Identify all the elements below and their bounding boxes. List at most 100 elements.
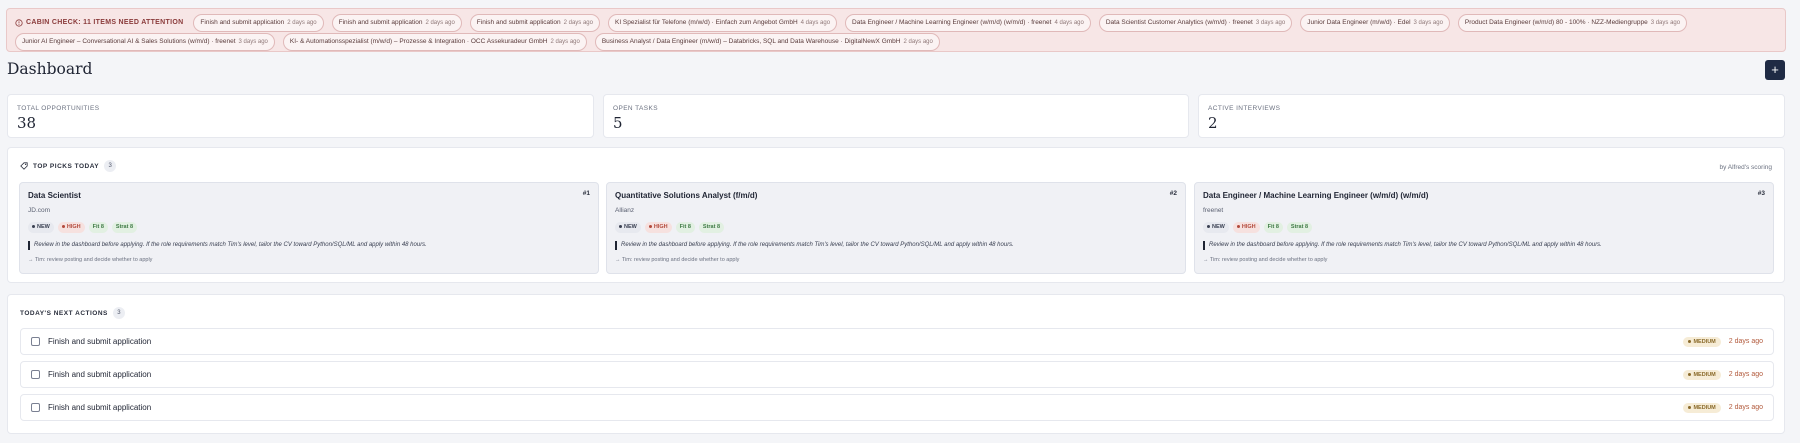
stat-value: 38 (17, 114, 37, 132)
pick-rank: #3 (1757, 190, 1765, 197)
pick-note: Review in the dashboard before applying.… (615, 241, 1177, 250)
attention-pill-label: Junior AI Engineer – Conversational AI &… (22, 37, 236, 45)
priority-badge: HIGH (1232, 222, 1260, 233)
attention-pill-ago: 2 days ago (903, 38, 933, 45)
action-row[interactable]: Finish and submit application MEDIUM 2 d… (20, 328, 1774, 355)
top-pick-card[interactable]: #1 Data Scientist JD.com NEW HIGH Fit 8 … (19, 182, 599, 274)
attention-pill[interactable]: Finish and submit application 2 days ago (469, 13, 600, 32)
top-picks-header: TOP PICKS TODAY 3 (20, 160, 117, 172)
attention-banner: CABIN CHECK: 11 ITEMS NEED ATTENTION Fin… (6, 8, 1786, 52)
attention-pill-label: Data Scientist Customer Analytics (w/m/d… (1105, 18, 1253, 26)
attention-pill-ago: 4 days ago (800, 19, 831, 26)
status-badge: NEW (1203, 222, 1229, 233)
attention-pill-ago: 3 days ago (1255, 19, 1286, 26)
due-text: 2 days ago (1728, 338, 1763, 345)
pick-title: Data Engineer / Machine Learning Enginee… (1203, 191, 1429, 200)
pick-action: → Tim: review posting and decide whether… (28, 257, 153, 263)
strat-badge: Strat 8 (111, 222, 138, 233)
action-label: Finish and submit application (48, 337, 152, 346)
attention-pill-label: Finish and submit application (200, 18, 285, 26)
stat-value: 5 (613, 114, 623, 132)
attention-title: CABIN CHECK: 11 ITEMS NEED ATTENTION (15, 18, 184, 27)
top-pick-card[interactable]: #2 Quantitative Solutions Analyst (f/m/d… (606, 182, 1186, 274)
fit-badge: Fit 8 (88, 222, 108, 233)
next-actions-header: TODAY'S NEXT ACTIONS 3 (20, 307, 125, 319)
stat-value: 2 (1208, 114, 1218, 132)
pick-company: JD.com (28, 207, 51, 214)
top-picks-panel: TOP PICKS TODAY 3 by Alfred's scoring #1… (7, 147, 1785, 283)
next-actions-panel: TODAY'S NEXT ACTIONS 3 Finish and submit… (7, 294, 1785, 434)
action-checkbox[interactable] (31, 337, 40, 346)
attention-pill[interactable]: KI- & Automationsspezialist (m/w/d) – Pr… (282, 32, 587, 51)
attention-pill-ago: 4 days ago (1054, 19, 1084, 26)
attention-pill[interactable]: KI Spezialist für Telefone (m/w/d) · Ein… (607, 13, 838, 32)
add-button[interactable]: + (1765, 60, 1785, 80)
top-picks-count: 3 (104, 160, 117, 172)
attention-pill-ago: 2 days ago (550, 38, 580, 45)
attention-pill-label: Product Data Engineer (w/m/d) 80 - 100% … (1464, 18, 1648, 26)
priority-badge: MEDIUM (1683, 336, 1721, 347)
attention-pill-ago: 2 days ago (287, 19, 317, 26)
priority-badge: MEDIUM (1683, 369, 1721, 380)
tag-icon (20, 162, 28, 170)
pick-action: → Tim: review posting and decide whether… (1203, 257, 1328, 263)
pick-company: freenet (1203, 207, 1224, 214)
action-checkbox[interactable] (31, 370, 40, 379)
next-actions-count: 3 (112, 307, 125, 319)
pick-rank: #1 (582, 190, 590, 197)
priority-badge: MEDIUM (1683, 402, 1721, 413)
stat-card-open-tasks[interactable]: OPEN TASKS 5 (603, 94, 1189, 138)
attention-pill-label: Data Engineer / Machine Learning Enginee… (852, 18, 1052, 26)
attention-pill-label: Finish and submit application (338, 18, 423, 26)
attention-pill[interactable]: Product Data Engineer (w/m/d) 80 - 100% … (1457, 13, 1688, 32)
fit-badge: Fit 8 (1263, 222, 1283, 233)
stat-card-active-interviews[interactable]: ACTIVE INTERVIEWS 2 (1198, 94, 1785, 138)
stat-label: OPEN TASKS (613, 105, 658, 112)
status-badge: NEW (28, 222, 54, 233)
attention-pill-label: Junior Data Engineer (m/w/d) · Edel (1307, 18, 1411, 26)
priority-badge: HIGH (644, 222, 672, 233)
page-title: Dashboard (7, 60, 93, 78)
stat-label: ACTIVE INTERVIEWS (1208, 105, 1281, 112)
attention-pill[interactable]: Business Analyst / Data Engineer (m/w/d)… (594, 32, 940, 51)
attention-pill[interactable]: Finish and submit application 2 days ago (331, 13, 462, 32)
alert-circle-icon (15, 18, 23, 27)
fit-badge: Fit 8 (675, 222, 695, 233)
due-text: 2 days ago (1728, 404, 1763, 411)
attention-pill-ago: 3 days ago (1413, 19, 1443, 26)
attention-pill-label: KI- & Automationsspezialist (m/w/d) – Pr… (289, 37, 548, 45)
stat-card-total-opportunities[interactable]: TOTAL OPPORTUNITIES 38 (7, 94, 594, 138)
attention-pill-ago: 3 days ago (238, 38, 268, 45)
attention-pill[interactable]: Junior Data Engineer (m/w/d) · Edel 3 day… (1300, 13, 1450, 32)
next-actions-title: TODAY'S NEXT ACTIONS (20, 309, 108, 317)
attention-title-text: CABIN CHECK: 11 ITEMS NEED ATTENTION (26, 19, 184, 26)
pick-title: Quantitative Solutions Analyst (f/m/d) (615, 191, 758, 200)
top-pick-card[interactable]: #3 Data Engineer / Machine Learning Engi… (1194, 182, 1774, 274)
top-picks-title: TOP PICKS TODAY (33, 162, 100, 170)
attention-pill-ago: 3 days ago (1650, 19, 1681, 26)
action-label: Finish and submit application (48, 370, 152, 379)
attention-pill[interactable]: Junior AI Engineer – Conversational AI &… (15, 32, 275, 51)
attention-pill-ago: 2 days ago (425, 19, 455, 26)
due-text: 2 days ago (1728, 371, 1763, 378)
attention-pill[interactable]: Finish and submit application 2 days ago (193, 13, 324, 32)
status-badge: NEW (615, 222, 641, 233)
pick-title: Data Scientist (28, 191, 81, 200)
action-checkbox[interactable] (31, 403, 40, 412)
priority-badge: HIGH (57, 222, 85, 233)
scoring-note: by Alfred's scoring (1719, 164, 1772, 171)
strat-badge: Strat 8 (698, 222, 725, 233)
action-label: Finish and submit application (48, 403, 152, 412)
pick-company: Allianz (615, 207, 635, 214)
pick-note: Review in the dashboard before applying.… (1203, 241, 1765, 250)
pick-note: Review in the dashboard before applying.… (28, 241, 590, 250)
pick-rank: #2 (1169, 190, 1177, 197)
stat-label: TOTAL OPPORTUNITIES (17, 105, 100, 112)
attention-pill-ago: 2 days ago (563, 19, 593, 26)
action-row[interactable]: Finish and submit application MEDIUM 2 d… (20, 394, 1774, 421)
attention-pill[interactable]: Data Scientist Customer Analytics (w/m/d… (1098, 13, 1293, 32)
action-row[interactable]: Finish and submit application MEDIUM 2 d… (20, 361, 1774, 388)
attention-pill-label: Business Analyst / Data Engineer (m/w/d)… (601, 37, 901, 45)
strat-badge: Strat 8 (1286, 222, 1313, 233)
attention-pill[interactable]: Data Engineer / Machine Learning Enginee… (845, 13, 1091, 32)
